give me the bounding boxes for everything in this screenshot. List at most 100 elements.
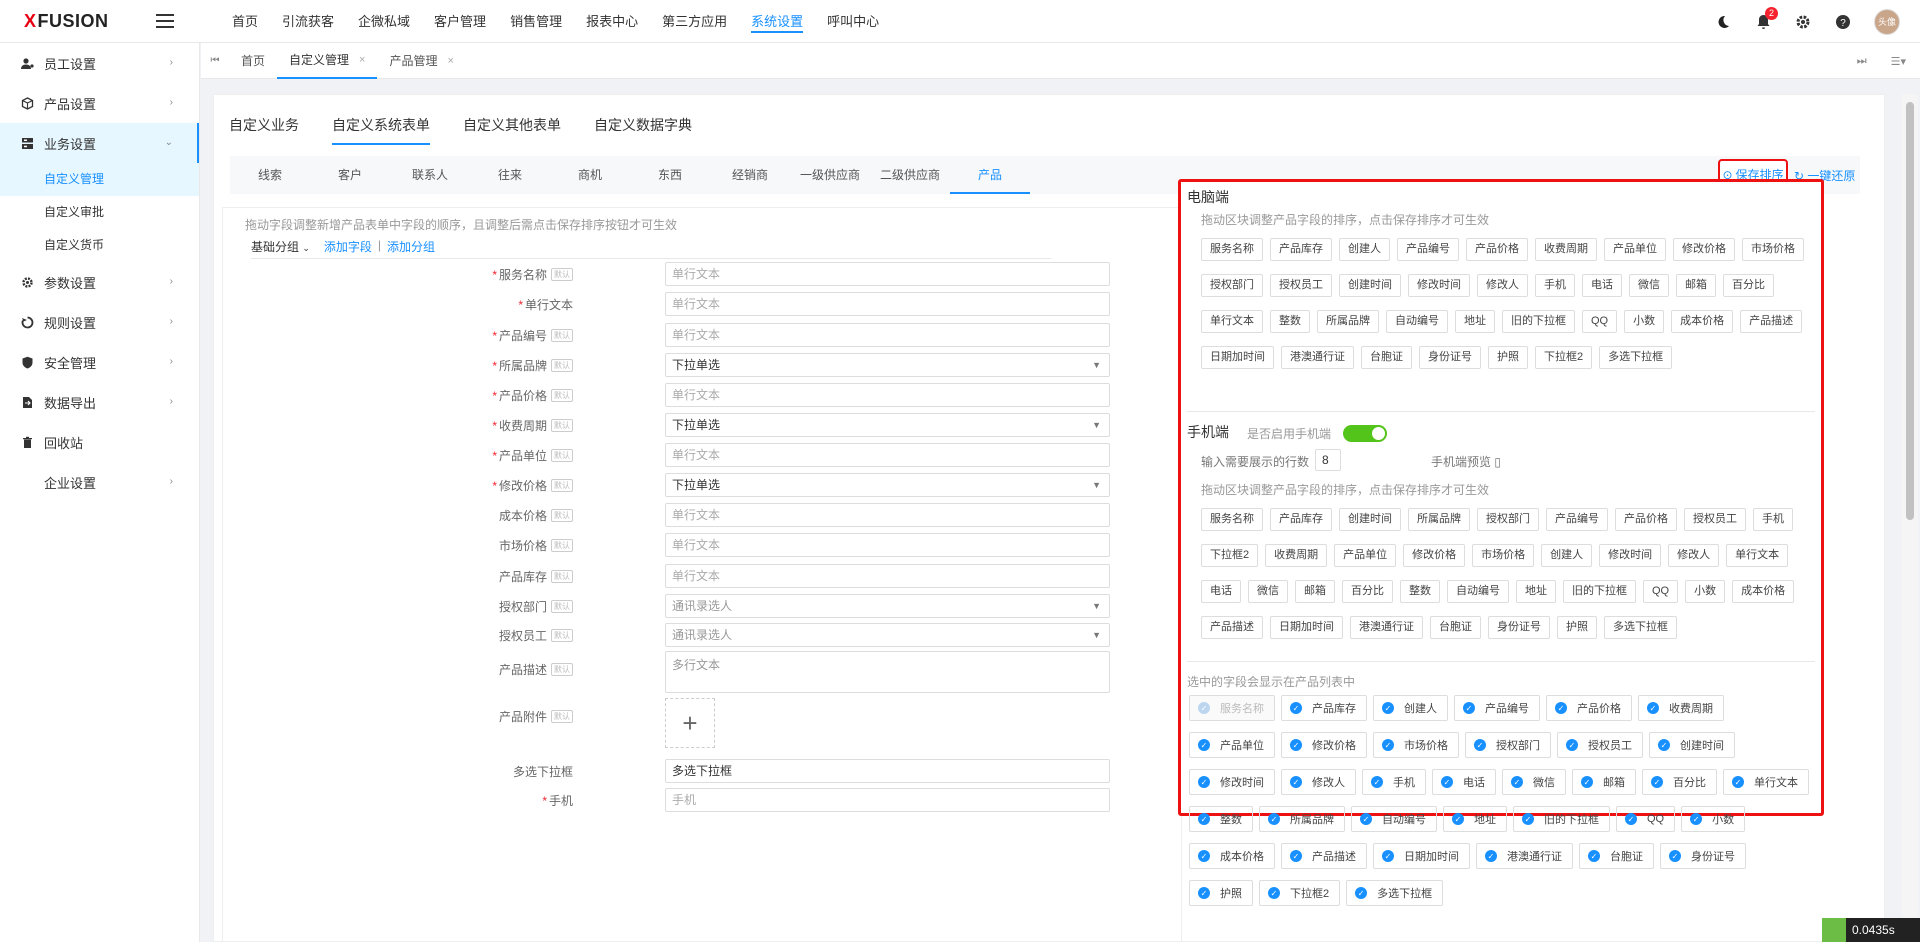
- tabs-menu-icon[interactable]: ☰▾: [1891, 55, 1906, 68]
- upload-plus-button[interactable]: +: [665, 698, 715, 748]
- field-chip[interactable]: 创建时间: [1339, 508, 1401, 531]
- top-nav-item[interactable]: 系统设置: [739, 0, 815, 43]
- field-chip[interactable]: 港澳通行证: [1281, 346, 1354, 369]
- help-icon[interactable]: ?: [1834, 13, 1852, 31]
- sidebar-subitem[interactable]: 自定义货币: [0, 229, 199, 262]
- sub-tab[interactable]: 商机: [550, 156, 630, 194]
- top-nav-item[interactable]: 呼叫中心: [815, 0, 891, 43]
- top-nav-item[interactable]: 客户管理: [422, 0, 498, 43]
- field-input[interactable]: 单行文本: [665, 292, 1110, 316]
- field-chip[interactable]: 身份证号: [1488, 616, 1550, 639]
- field-chip[interactable]: 日期加时间: [1270, 616, 1343, 639]
- sub-tab[interactable]: 客户: [310, 156, 390, 194]
- field-chip[interactable]: 授权员工: [1270, 274, 1332, 297]
- top-nav-item[interactable]: 首页: [220, 0, 270, 43]
- list-column-checkbox[interactable]: ✓ 小数: [1681, 806, 1746, 832]
- main-tab[interactable]: 自定义系统表单: [332, 115, 430, 145]
- field-chip[interactable]: 整数: [1270, 310, 1310, 333]
- page-scrollbar[interactable]: [1902, 94, 1918, 942]
- field-chip[interactable]: 自动编号: [1386, 310, 1448, 333]
- list-column-checkbox[interactable]: ✓ 日期加时间: [1373, 843, 1470, 869]
- sidebar-item[interactable]: 规则设置 ›: [0, 302, 199, 342]
- field-chip[interactable]: 创建时间: [1339, 274, 1401, 297]
- sub-tab[interactable]: 二级供应商: [870, 156, 950, 194]
- tabs-last-icon[interactable]: ⏭: [1857, 55, 1867, 68]
- field-chip[interactable]: 服务名称: [1201, 508, 1263, 531]
- field-chip[interactable]: 旧的下拉框: [1563, 580, 1636, 603]
- field-chip[interactable]: 邮箱: [1295, 580, 1335, 603]
- field-input[interactable]: 单行文本: [665, 262, 1110, 286]
- mobile-enable-toggle[interactable]: [1343, 425, 1387, 442]
- add-group-link[interactable]: 添加分组: [387, 238, 435, 255]
- list-column-checkbox[interactable]: ✓ 多选下拉框: [1346, 880, 1444, 906]
- field-chip[interactable]: 地址: [1516, 580, 1556, 603]
- field-chip[interactable]: 创建人: [1339, 238, 1390, 261]
- list-column-checkbox[interactable]: ✓ 护照: [1189, 880, 1253, 906]
- list-column-checkbox[interactable]: ✓ 授权员工: [1557, 732, 1643, 758]
- sidebar-item[interactable]: 参数设置 ›: [0, 262, 199, 302]
- field-chip[interactable]: 产品单位: [1334, 544, 1397, 567]
- avatar[interactable]: 头像: [1874, 8, 1900, 35]
- field-chip[interactable]: 产品库存: [1270, 238, 1332, 261]
- sub-tab[interactable]: 产品: [950, 156, 1030, 194]
- list-column-checkbox[interactable]: ✓ 修改价格: [1281, 732, 1367, 758]
- field-chip[interactable]: 身份证号: [1419, 346, 1481, 369]
- field-chip[interactable]: 产品描述: [1201, 616, 1263, 639]
- list-column-checkbox[interactable]: ✓ 整数: [1189, 806, 1253, 832]
- field-chip[interactable]: 产品价格: [1615, 508, 1677, 531]
- sidebar-item[interactable]: 安全管理 ›: [0, 342, 199, 382]
- field-chip[interactable]: 小数: [1685, 580, 1726, 603]
- list-column-checkbox[interactable]: ✓ 电话: [1432, 769, 1496, 795]
- list-column-checkbox[interactable]: ✓ 产品价格: [1546, 695, 1632, 721]
- list-column-checkbox[interactable]: ✓ 自动编号: [1351, 806, 1437, 832]
- field-chip[interactable]: 百分比: [1723, 274, 1774, 297]
- field-input[interactable]: 单行文本: [665, 323, 1110, 347]
- list-column-checkbox[interactable]: ✓ 成本价格: [1189, 843, 1275, 869]
- field-chip[interactable]: 产品价格: [1466, 238, 1528, 261]
- page-tab[interactable]: 产品管理 ×: [377, 43, 465, 79]
- list-column-checkbox[interactable]: ✓ 所属品牌: [1259, 806, 1345, 832]
- field-chip[interactable]: 产品编号: [1546, 508, 1608, 531]
- page-tab[interactable]: 首页: [229, 43, 277, 79]
- sidebar-item[interactable]: 企业设置 ›: [0, 462, 199, 502]
- field-chip[interactable]: 电话: [1201, 580, 1241, 603]
- field-chip[interactable]: 微信: [1248, 580, 1288, 603]
- field-chip[interactable]: 地址: [1455, 310, 1495, 333]
- close-icon[interactable]: ×: [447, 43, 453, 79]
- field-input[interactable]: 手机: [665, 788, 1110, 812]
- field-chip[interactable]: 修改价格: [1403, 544, 1466, 567]
- field-chip[interactable]: QQ: [1582, 310, 1618, 333]
- field-input[interactable]: 单行文本: [665, 503, 1110, 527]
- field-input[interactable]: 单行文本: [665, 383, 1110, 407]
- menu-toggle-icon[interactable]: [156, 14, 174, 28]
- field-chip[interactable]: 旧的下拉框: [1502, 310, 1575, 333]
- list-column-checkbox[interactable]: ✓ 创建时间: [1649, 732, 1735, 758]
- field-chip[interactable]: 港澳通行证: [1350, 616, 1423, 639]
- top-nav-item[interactable]: 企微私域: [346, 0, 422, 43]
- field-chip[interactable]: 电话: [1582, 274, 1622, 297]
- sub-tab[interactable]: 往来: [470, 156, 550, 194]
- field-chip[interactable]: 修改人: [1668, 544, 1720, 567]
- field-chip[interactable]: 收费周期: [1535, 238, 1597, 261]
- field-chip[interactable]: 服务名称: [1201, 238, 1263, 261]
- list-column-checkbox[interactable]: ✓ 产品单位: [1189, 732, 1275, 758]
- field-input[interactable]: 多选下拉框: [665, 759, 1110, 783]
- sidebar-subitem[interactable]: 自定义审批: [0, 196, 199, 229]
- field-chip[interactable]: 产品编号: [1397, 238, 1459, 261]
- field-chip[interactable]: 百分比: [1342, 580, 1393, 603]
- theme-toggle-icon[interactable]: [1714, 13, 1732, 31]
- top-nav-item[interactable]: 销售管理: [498, 0, 574, 43]
- list-column-checkbox[interactable]: ✓ 百分比: [1642, 769, 1717, 795]
- top-nav-item[interactable]: 引流获客: [270, 0, 346, 43]
- list-column-checkbox[interactable]: ✓ 手机: [1362, 769, 1426, 795]
- tabs-first-icon[interactable]: ⏮: [201, 55, 229, 66]
- field-select[interactable]: 下拉单选 ▼: [665, 473, 1110, 497]
- main-tab[interactable]: 自定义数据字典: [594, 115, 692, 145]
- field-chip[interactable]: 市场价格: [1742, 238, 1804, 261]
- list-column-checkbox[interactable]: ✓ 产品描述: [1281, 843, 1367, 869]
- field-chip[interactable]: 产品库存: [1270, 508, 1332, 531]
- list-column-checkbox[interactable]: ✓ 邮箱: [1572, 769, 1636, 795]
- field-select[interactable]: 通讯录选人 ▼: [665, 623, 1110, 647]
- field-chip[interactable]: 日期加时间: [1201, 346, 1274, 369]
- sub-tab[interactable]: 联系人: [390, 156, 470, 194]
